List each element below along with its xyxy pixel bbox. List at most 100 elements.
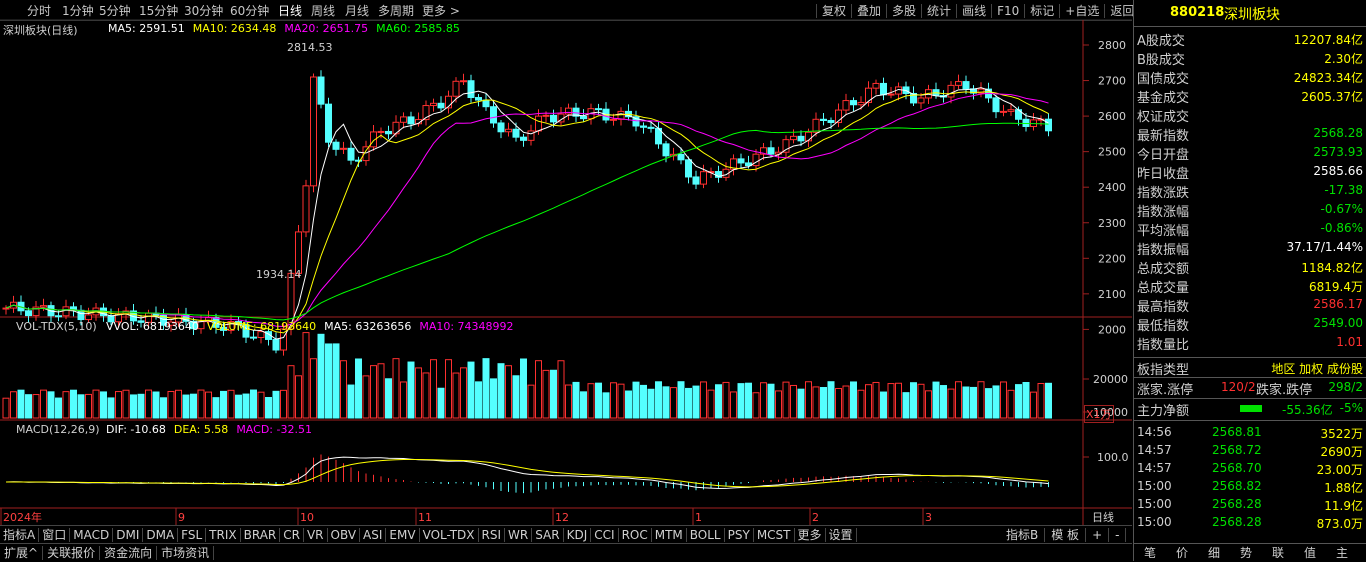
tick-cell-1-0: 14:57: [1137, 443, 1172, 457]
time-label-1: 9: [178, 511, 185, 524]
time-label-6: 2: [812, 511, 819, 524]
quote-key-9: 指数涨幅: [1137, 205, 1190, 220]
quote-value-16: 1.01: [1336, 335, 1363, 349]
indicator-tab-14[interactable]: RSI: [478, 528, 506, 542]
indicator-tab-8[interactable]: CR: [280, 528, 304, 542]
time-label-5: 1: [695, 511, 702, 524]
indicator-tab-25[interactable]: 设置: [825, 528, 857, 542]
quote-row-8: 指数涨跌 -17.38: [1134, 181, 1366, 201]
panel-tab-5[interactable]: 值: [1294, 544, 1326, 561]
quote-row-16: 指数量比 1.01: [1134, 333, 1366, 353]
volume-values: VVOL: 68193640 VOLUME: 68193640 MA5: 63263…: [106, 320, 522, 333]
vol-row-item-2: MA5: 63263656: [324, 320, 412, 333]
tick-cell-1-1: 2568.72: [1212, 443, 1262, 457]
quote-row-1: B股成交 2.30亿: [1134, 48, 1366, 68]
quote-value-5: 2568.28: [1313, 126, 1363, 140]
indicator-tab-15[interactable]: WR: [505, 528, 533, 542]
tick-cell-3-1: 2568.82: [1212, 479, 1262, 493]
indicator-tab-23[interactable]: MCST: [753, 528, 795, 542]
panel-tab-2[interactable]: 细: [1198, 544, 1230, 561]
panel-tab-3[interactable]: 势: [1230, 544, 1262, 561]
quote-row-6: 今日开盘 2573.93: [1134, 143, 1366, 163]
tick-cell-4-0: 15:00: [1137, 497, 1172, 511]
quote-value-14: 2586.17: [1313, 297, 1363, 311]
indicator-right-btn-0[interactable]: 指标B: [1000, 528, 1046, 542]
tick-cell-5-2: 873.0万: [1316, 517, 1363, 531]
price-tick-5: 2300: [1098, 217, 1126, 230]
indicator-tab-21[interactable]: BOLL: [686, 528, 725, 542]
main-chart-label: 深圳板块(日线): [3, 24, 78, 37]
panel-tab-0[interactable]: 笔: [1134, 544, 1166, 561]
indicator-tab-19[interactable]: ROC: [618, 528, 652, 542]
panel-tabs: 笔价细势联值主: [1134, 543, 1366, 562]
tick-cell-5-1: 2568.28: [1212, 515, 1262, 529]
time-label-2: 10: [300, 511, 314, 524]
indicator-tab-2[interactable]: MACD: [70, 528, 114, 542]
tick-row-1: 14:57 2568.72 2690万: [1134, 442, 1366, 460]
panel-tab-4[interactable]: 联: [1262, 544, 1294, 561]
quote-panel: 880218 深圳板块 A股成交 12207.84亿 B股成交 2.30亿 国债成交 24…: [1133, 0, 1366, 561]
indicator-right-btn-2[interactable]: +: [1086, 528, 1110, 542]
tick-cell-1-2: 2690万: [1320, 445, 1363, 459]
indicator-tab-3[interactable]: DMI: [113, 528, 144, 542]
quote-row-14: 最高指数 2586.17: [1134, 295, 1366, 315]
tick-cell-5-0: 15:00: [1137, 515, 1172, 529]
status-tab-3[interactable]: 市场资讯: [157, 546, 215, 560]
status-tab-0[interactable]: 扩展^: [0, 546, 44, 560]
indicator-tab-9[interactable]: VR: [303, 528, 328, 542]
indicator-tab-22[interactable]: PSY: [724, 528, 754, 542]
tick-cell-2-1: 2568.70: [1212, 461, 1262, 475]
indicator-tab-17[interactable]: KDJ: [563, 528, 592, 542]
ma-row-item-0: MA5: 2591.51: [108, 22, 185, 35]
index-code: 880218: [1170, 5, 1225, 20]
quote-value-9: -0.67%: [1320, 202, 1363, 216]
indicator-tab-11[interactable]: ASI: [360, 528, 387, 542]
indicator-tabbar: 指标A 窗口 MACD DMI DMA FSL TRIX BRAR CR VR OBV ASI EMV V…: [0, 525, 1132, 544]
tick-cell-0-0: 14:56: [1137, 425, 1172, 439]
indicator-tab-7[interactable]: BRAR: [240, 528, 281, 542]
tick-cell-4-1: 2568.28: [1212, 497, 1262, 511]
indicator-tab-20[interactable]: MTM: [651, 528, 687, 542]
indicator-tab-13[interactable]: VOL-TDX: [419, 528, 479, 542]
status-tab-2[interactable]: 资金流向: [100, 546, 158, 560]
quote-row-0: A股成交 12207.84亿: [1134, 29, 1366, 49]
macd-label: MACD(12,26,9): [16, 423, 100, 436]
indicator-tab-1[interactable]: 窗口: [39, 528, 71, 542]
tick-cell-2-0: 14:57: [1137, 461, 1172, 475]
quote-row-13: 总成交量 6819.4万: [1134, 276, 1366, 296]
status-tab-1[interactable]: 关联报价: [43, 546, 101, 560]
indicator-tab-5[interactable]: FSL: [178, 528, 207, 542]
vol-row-item-1: VOLUME: 68193640: [206, 320, 317, 333]
indicator-tab-0[interactable]: 指标A: [0, 528, 40, 542]
quote-key-1: B股成交: [1137, 53, 1185, 68]
quote-key-16: 指数量比: [1137, 338, 1190, 353]
ma-values: MA5: 2591.51 MA10: 2634.48 MA20: 2651.75 MA…: [108, 22, 468, 35]
price-tick-3: 2500: [1098, 146, 1126, 159]
indicator-tab-12[interactable]: EMV: [386, 528, 420, 542]
moving-average-lines: [5, 87, 1049, 340]
indicator-tab-4[interactable]: DMA: [143, 528, 179, 542]
kline-chart[interactable]: 2800 2700 2600 2500 2400 2300 2200 2100 2000 2000…: [0, 0, 1132, 561]
indicator-tab-10[interactable]: OBV: [327, 528, 361, 542]
volume-unit: X1万: [1084, 405, 1114, 423]
tick-row-3: 15:00 2568.82 1.88亿: [1134, 478, 1366, 496]
indicator-tab-6[interactable]: TRIX: [206, 528, 241, 542]
panel-tab-6[interactable]: 主: [1326, 544, 1358, 561]
quote-key-15: 最低指数: [1137, 319, 1190, 334]
indicator-tab-18[interactable]: CCI: [591, 528, 619, 542]
panel-tab-1[interactable]: 价: [1166, 544, 1198, 561]
period-label: 日线: [1092, 510, 1114, 524]
quote-value-7: 2585.66: [1313, 164, 1363, 178]
time-axis: 2024年 9 10 11 12 1 2 3 日线: [0, 508, 1114, 525]
tick-row-5: 15:00 2568.28 873.0万: [1134, 514, 1366, 532]
indicator-right-btn-1[interactable]: 模 板: [1045, 528, 1087, 542]
time-label-0: 2024年: [3, 510, 42, 524]
indicator-tab-16[interactable]: SAR: [532, 528, 564, 542]
macd-row-item-0: DIF: -10.68: [106, 423, 166, 436]
quote-key-7: 昨日收盘: [1137, 167, 1190, 182]
indicator-tab-24[interactable]: 更多: [794, 528, 826, 542]
tick-cell-4-2: 11.9亿: [1324, 499, 1363, 513]
indicator-right-btn-3[interactable]: -: [1109, 528, 1127, 542]
tick-row-4: 15:00 2568.28 11.9亿: [1134, 496, 1366, 514]
quote-key-10: 平均涨幅: [1137, 224, 1190, 239]
